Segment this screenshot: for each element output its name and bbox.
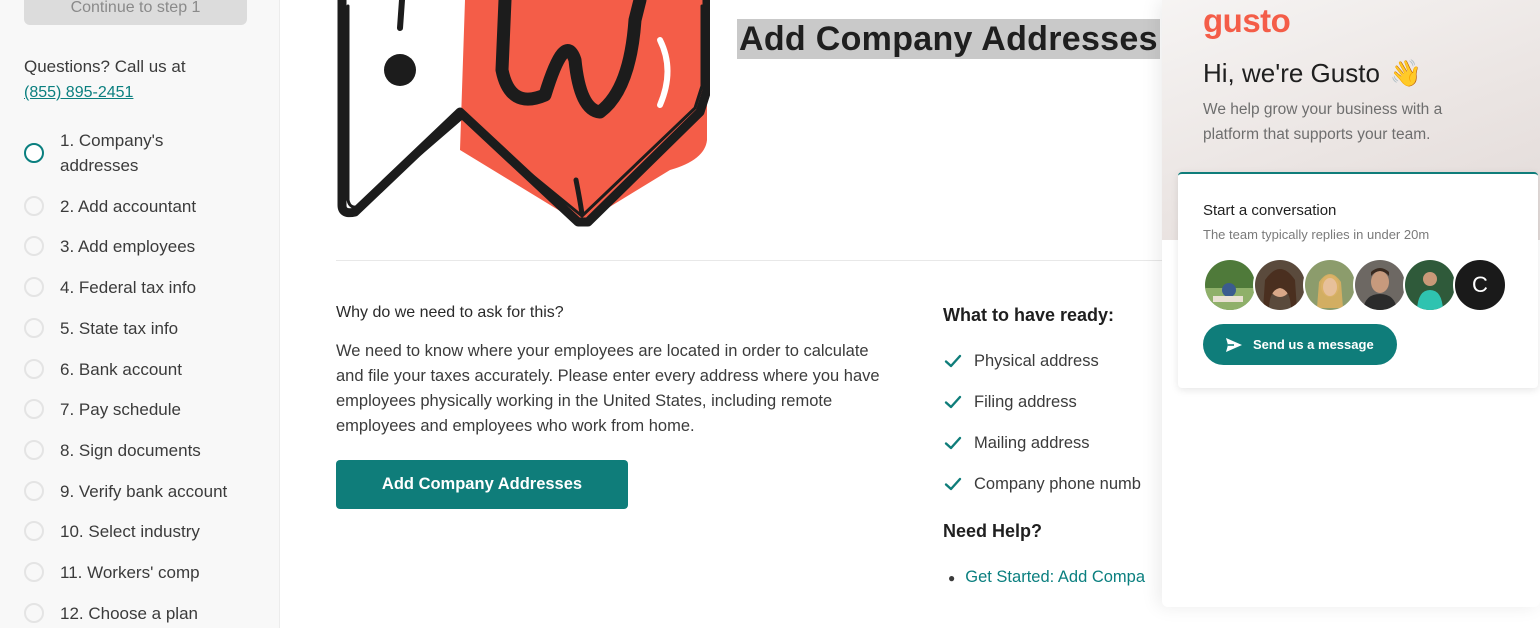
send-icon <box>1226 337 1242 352</box>
checklist-text: Filing address <box>974 392 1077 411</box>
step-status-circle-icon <box>24 521 44 541</box>
step-label: 5. State tax info <box>60 319 179 338</box>
phone-link[interactable]: (855) 895-2451 <box>24 84 133 101</box>
step-status-circle-icon <box>24 603 44 623</box>
checklist-text: Company phone numb <box>974 474 1141 493</box>
step-item[interactable]: 3. Add employees <box>24 234 264 259</box>
onboarding-sidebar: Continue to step 1 Questions? Call us at… <box>0 0 280 628</box>
step-label: 11. Workers' comp <box>60 563 200 582</box>
checklist-item: Physical address <box>943 351 1099 371</box>
bullet-icon: ● <box>948 570 956 585</box>
step-item[interactable]: 12. Choose a plan <box>24 601 264 626</box>
step-label: 2. Add accountant <box>60 197 197 216</box>
step-label: 1. Company's addresses <box>60 131 164 175</box>
section-divider <box>336 260 1176 261</box>
step-status-circle-icon <box>24 143 44 163</box>
step-label: 6. Bank account <box>60 360 182 379</box>
greeting-text: Hi, we're Gusto <box>1203 58 1380 88</box>
avatar <box>1253 258 1307 312</box>
step-label: 12. Choose a plan <box>60 604 198 623</box>
step-item[interactable]: 8. Sign documents <box>24 438 264 463</box>
step-status-circle-icon <box>24 318 44 338</box>
conversation-card: Start a conversation The team typically … <box>1178 172 1538 388</box>
step-item[interactable]: 11. Workers' comp <box>24 560 264 585</box>
step-status-circle-icon <box>24 236 44 256</box>
chat-greeting: Hi, we're Gusto 👋 <box>1203 58 1422 89</box>
checklist-item: Filing address <box>943 392 1077 412</box>
checklist-item: Mailing address <box>943 433 1090 453</box>
step-label: 7. Pay schedule <box>60 400 181 419</box>
step-item[interactable]: 5. State tax info <box>24 316 264 341</box>
waving-hand-icon: 👋 <box>1389 58 1423 88</box>
step-status-circle-icon <box>24 440 44 460</box>
avatar <box>1203 258 1257 312</box>
check-icon <box>944 354 962 368</box>
support-contact: Questions? Call us at (855) 895-2451 <box>24 54 186 105</box>
send-message-button[interactable]: Send us a message <box>1203 324 1397 365</box>
ready-heading: What to have ready: <box>943 305 1115 325</box>
avatar <box>1353 258 1407 312</box>
why-body: We need to know where your employees are… <box>336 342 880 435</box>
page-title: Add Company Addresses <box>737 19 1160 59</box>
step-status-circle-icon <box>24 196 44 216</box>
step-status-circle-icon <box>24 399 44 419</box>
check-icon <box>944 395 962 409</box>
step-status-circle-icon <box>24 277 44 297</box>
avatar-initial: C <box>1453 258 1507 312</box>
checklist-text: Physical address <box>974 351 1099 370</box>
questions-text: Questions? Call us at <box>24 57 186 76</box>
step-item[interactable]: 4. Federal tax info <box>24 275 264 300</box>
avatar <box>1303 258 1357 312</box>
add-company-addresses-button[interactable]: Add Company Addresses <box>336 460 628 509</box>
team-avatars: C <box>1203 258 1507 312</box>
step-label: 8. Sign documents <box>60 441 201 460</box>
continue-button[interactable]: Continue to step 1 <box>24 0 247 25</box>
reply-time-text: The team typically replies in under 20m <box>1203 227 1430 242</box>
check-icon <box>944 477 962 491</box>
help-article-link[interactable]: Get Started: Add Compa <box>965 568 1145 587</box>
step-item[interactable]: 7. Pay schedule <box>24 397 264 422</box>
chat-tagline: We help grow your business with a platfo… <box>1203 101 1443 143</box>
step-item[interactable]: 1. Company's addresses <box>24 128 264 178</box>
step-label: 10. Select industry <box>60 522 200 541</box>
avatar <box>1403 258 1457 312</box>
step-status-circle-icon <box>24 359 44 379</box>
checklist-item: Company phone numb <box>943 474 1141 494</box>
ribbon-illustration <box>337 0 710 227</box>
step-item[interactable]: 6. Bank account <box>24 357 264 382</box>
step-label: 9. Verify bank account <box>60 482 228 501</box>
step-item[interactable]: 10. Select industry <box>24 519 264 544</box>
check-icon <box>944 436 962 450</box>
chat-widget: gusto Hi, we're Gusto 👋 We help grow you… <box>1162 0 1540 607</box>
why-heading: Why do we need to ask for this? <box>336 304 564 321</box>
help-link-item: ● Get Started: Add Compa <box>948 568 1145 587</box>
step-label: 3. Add employees <box>60 237 196 256</box>
step-status-circle-icon <box>24 481 44 501</box>
step-status-circle-icon <box>24 562 44 582</box>
step-item[interactable]: 2. Add accountant <box>24 194 264 219</box>
checklist-text: Mailing address <box>974 433 1090 452</box>
step-item[interactable]: 9. Verify bank account <box>24 479 264 504</box>
gusto-logo: gusto <box>1203 2 1291 39</box>
step-label: 4. Federal tax info <box>60 278 197 297</box>
send-button-label: Send us a message <box>1253 337 1374 352</box>
conversation-title: Start a conversation <box>1203 202 1337 219</box>
help-heading: Need Help? <box>943 521 1043 541</box>
